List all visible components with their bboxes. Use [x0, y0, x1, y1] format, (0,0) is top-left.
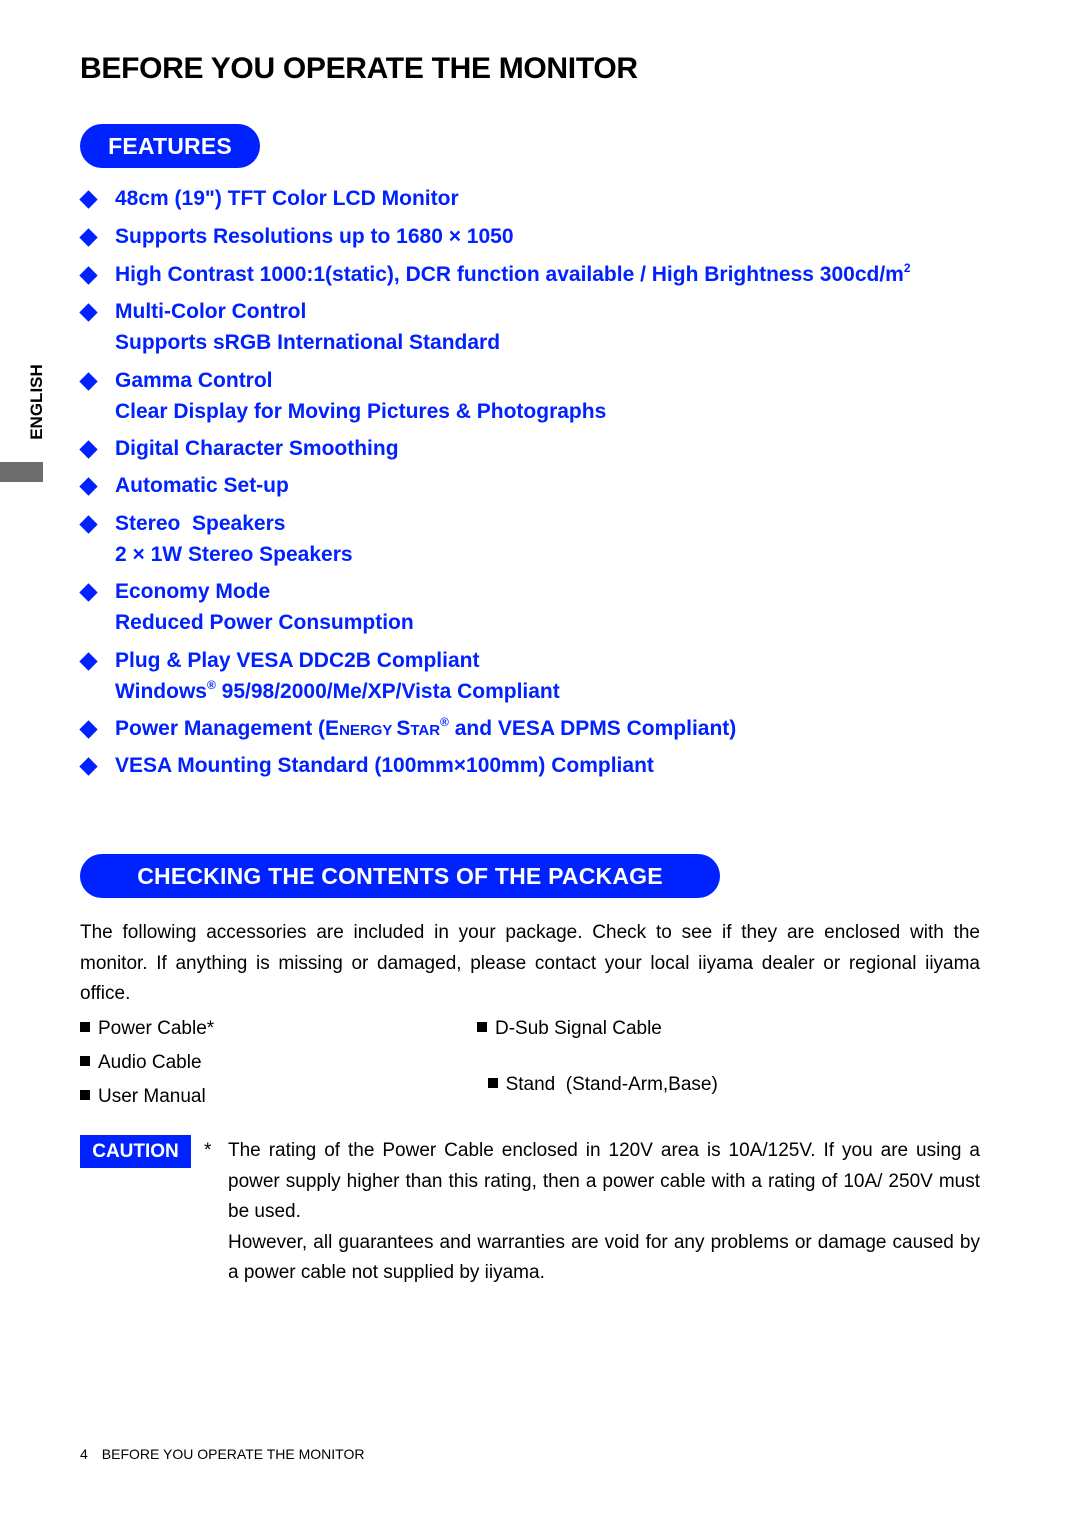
caution-marker: *: [204, 1140, 212, 1161]
square-bullet-icon: [80, 1056, 90, 1066]
accessory-item: User Manual: [80, 1086, 206, 1108]
language-tab-marker: [0, 462, 43, 482]
feature-subtext: Reduced Power Consumption: [115, 611, 414, 634]
caution-paragraph: The rating of the Power Cable enclosed i…: [228, 1140, 980, 1222]
diamond-bullet-icon: [79, 190, 98, 209]
features-heading: FEATURES: [80, 124, 260, 168]
page-title: BEFORE YOU OPERATE THE MONITOR: [80, 52, 638, 85]
square-bullet-icon: [80, 1090, 90, 1100]
accessory-item: Audio Cable: [80, 1052, 202, 1074]
diamond-bullet-icon: [79, 652, 98, 671]
package-heading: CHECKING THE CONTENTS OF THE PACKAGE: [80, 854, 720, 898]
diamond-bullet-icon: [79, 372, 98, 391]
square-bullet-icon: [487, 1078, 498, 1088]
feature-subtext: Supports sRGB International Standard: [115, 331, 501, 354]
diamond-bullet-icon: [79, 757, 98, 776]
square-bullet-icon: [477, 1022, 487, 1032]
diamond-bullet-icon: [79, 477, 98, 496]
diamond-bullet-icon: [79, 583, 98, 602]
caution-text: The rating of the Power Cable enclosed i…: [228, 1136, 980, 1289]
language-tab: ENGLISH: [22, 352, 52, 452]
square-bullet-icon: [80, 1022, 90, 1032]
diamond-bullet-icon: [79, 440, 98, 459]
diamond-bullet-icon: [79, 228, 98, 247]
caution-paragraph: However, all guarantees and warranties a…: [228, 1231, 980, 1284]
accessory-item: Stand (Stand-Arm,Base): [477, 1052, 718, 1096]
diamond-bullet-icon: [79, 720, 98, 739]
language-tab-label: ENGLISH: [27, 364, 46, 440]
feature-subtext: 2 × 1W Stereo Speakers: [115, 543, 353, 566]
accessory-item: Power Cable*: [80, 1018, 214, 1040]
footer-title: BEFORE YOU OPERATE THE MONITOR: [101, 1446, 365, 1462]
page-number: 4: [80, 1446, 88, 1462]
diamond-bullet-icon: [79, 303, 98, 322]
package-intro: The following accessories are included i…: [80, 922, 980, 1004]
diamond-bullet-icon: [79, 266, 98, 285]
feature-subtext: Windows® 95/98/2000/Me/XP/Vista Complian…: [115, 678, 560, 703]
diamond-bullet-icon: [79, 515, 98, 534]
feature-subtext: Clear Display for Moving Pictures & Phot…: [115, 400, 607, 423]
page-footer: 4 BEFORE YOU OPERATE THE MONITOR: [80, 1446, 364, 1462]
caution-badge: CAUTION: [80, 1135, 191, 1168]
accessory-item: D-Sub Signal Cable: [477, 1018, 662, 1040]
